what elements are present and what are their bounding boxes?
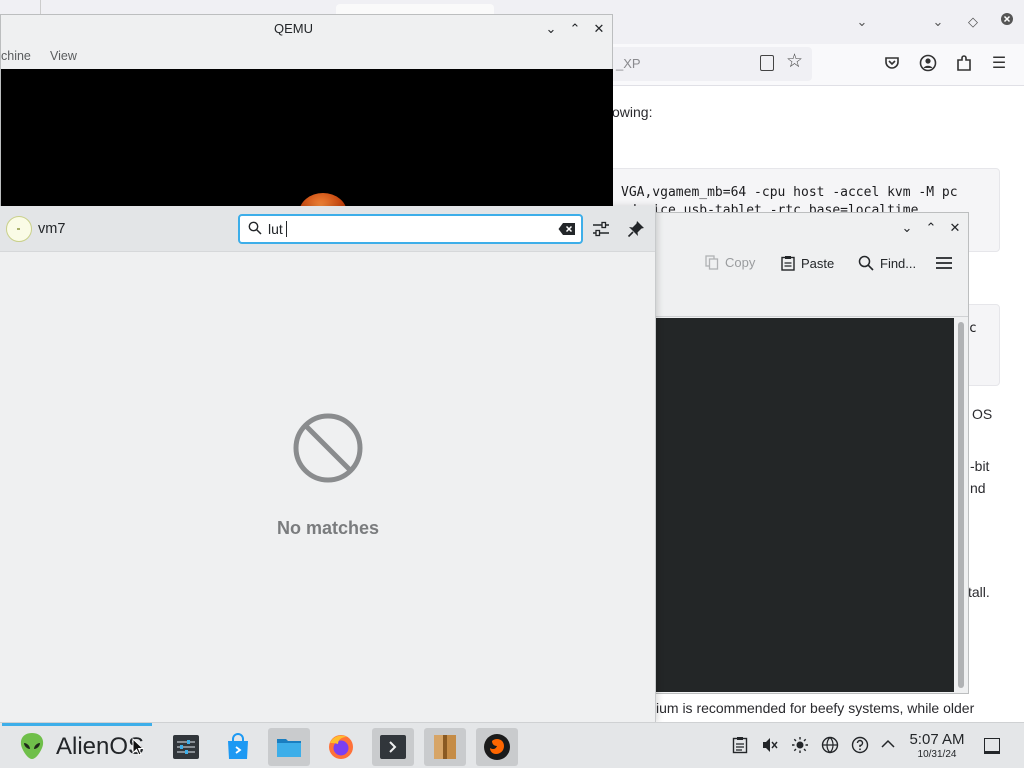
firefox-icon [329, 735, 353, 759]
brightness-icon[interactable] [790, 736, 810, 756]
text-cursor [286, 221, 287, 237]
hamburger-menu-icon[interactable] [935, 256, 953, 273]
terminal-titlebar[interactable]: ⌄ ⌃ ✕ [641, 213, 968, 243]
store-bag-icon [228, 733, 248, 759]
menu-icon[interactable]: ☰ [989, 54, 1009, 74]
copy-icon [705, 255, 719, 270]
close-icon[interactable]: ✕ [947, 220, 963, 236]
find-label: Find... [880, 256, 917, 271]
start-menu-button[interactable]: AlienOS [18, 731, 168, 763]
avatar[interactable] [6, 216, 32, 242]
terminal-console[interactable] [656, 318, 954, 692]
minimize-icon[interactable]: ⌄ [899, 220, 915, 236]
launcher-header: vm7 [0, 206, 655, 252]
terminal-window: ⌄ ⌃ ✕ Copy Paste Find... [640, 212, 969, 694]
show-desktop-icon[interactable] [984, 738, 1000, 754]
menu-view[interactable]: View [50, 49, 77, 63]
minimize-icon[interactable]: ⌄ [928, 12, 948, 32]
url-text[interactable]: _XP [616, 56, 641, 71]
application-launcher: vm7 No matches [0, 206, 656, 722]
pin-icon[interactable] [625, 218, 647, 240]
url-bar[interactable]: _XP ☆ [600, 47, 812, 81]
task-qemu[interactable] [476, 728, 518, 766]
clock-time: 5:07 AM [909, 731, 965, 748]
folder-icon [277, 739, 301, 757]
close-icon[interactable] [997, 12, 1017, 32]
username: vm7 [38, 221, 66, 237]
maximize-icon[interactable]: ⌃ [923, 220, 939, 236]
alien-logo-icon [20, 733, 44, 759]
search-field[interactable] [238, 214, 583, 244]
task-software-store[interactable] [217, 728, 259, 766]
article-text: ium is recommended for beefy systems, wh… [656, 700, 975, 716]
article-text: owing: [612, 104, 653, 120]
task-terminal[interactable] [372, 728, 414, 766]
no-matches-label: No matches [276, 518, 380, 538]
article-text: -bit [970, 458, 990, 474]
window-title: QEMU [274, 21, 313, 36]
minimize-icon[interactable]: ⌄ [543, 21, 559, 37]
find-button[interactable]: Find... [858, 255, 916, 271]
volume-muted-icon[interactable] [760, 736, 780, 756]
reader-view-icon[interactable] [760, 55, 774, 71]
terminal-tab-bar [641, 287, 968, 317]
extensions-icon[interactable] [954, 54, 974, 74]
terminal-scrollbar[interactable] [955, 318, 967, 692]
account-icon[interactable] [918, 54, 938, 74]
list-all-tabs-icon[interactable]: ⌄ [852, 12, 872, 32]
article-text: OS [972, 406, 993, 422]
tab-separator [40, 0, 41, 14]
terminal-toolbar: Copy Paste Find... [641, 243, 968, 287]
code-line: VGA,vgamem_mb=64 -cpu host -accel kvm -M… [621, 185, 958, 200]
archive-icon [434, 735, 456, 759]
task-archive-manager[interactable] [424, 728, 466, 766]
qemu-titlebar[interactable]: QEMU ⌄ ⌃ ✕ [1, 15, 612, 43]
search-icon [248, 221, 262, 235]
clock-date: 10/31/24 [917, 749, 957, 760]
copy-label: Copy [725, 255, 756, 270]
taskbar: AlienOS 5:07 AM 10/31/24 [0, 722, 1024, 768]
configure-icon[interactable] [590, 218, 612, 240]
paste-label: Paste [801, 256, 835, 271]
article-text: tall. [968, 584, 990, 600]
chevron-up-icon[interactable] [878, 736, 898, 756]
qemu-window: QEMU ⌄ ⌃ ✕ chine View [0, 14, 613, 235]
task-system-settings[interactable] [165, 728, 207, 766]
task-file-manager[interactable] [268, 728, 310, 766]
clipboard-icon[interactable] [730, 736, 750, 756]
clock[interactable]: 5:07 AM 10/31/24 [904, 731, 970, 760]
pocket-icon[interactable] [882, 54, 902, 74]
maximize-icon[interactable]: ⌃ [567, 21, 583, 37]
mouse-cursor-icon [132, 738, 144, 756]
close-icon[interactable]: ✕ [591, 21, 607, 37]
bookmark-star-icon[interactable]: ☆ [786, 52, 803, 72]
terminal-icon [380, 735, 406, 759]
paste-button[interactable]: Paste [781, 255, 834, 271]
menu-machine[interactable]: chine [1, 49, 31, 63]
no-matches-icon [293, 413, 363, 483]
paste-icon [781, 256, 795, 271]
qemu-icon [484, 734, 510, 760]
article-text: nd [970, 480, 986, 496]
copy-button[interactable]: Copy [705, 255, 755, 270]
qemu-menubar: chine View [1, 43, 612, 69]
network-icon[interactable] [820, 736, 840, 756]
search-icon [858, 255, 874, 271]
maximize-icon[interactable]: ◇ [963, 12, 983, 32]
scrollbar-thumb[interactable] [958, 322, 964, 688]
settings-icon [173, 735, 199, 759]
active-indicator [2, 723, 152, 726]
help-icon[interactable] [850, 736, 870, 756]
clear-text-icon[interactable] [558, 222, 576, 236]
start-menu-label: AlienOS [56, 733, 145, 760]
search-input[interactable] [268, 219, 548, 239]
task-firefox[interactable] [320, 728, 362, 766]
